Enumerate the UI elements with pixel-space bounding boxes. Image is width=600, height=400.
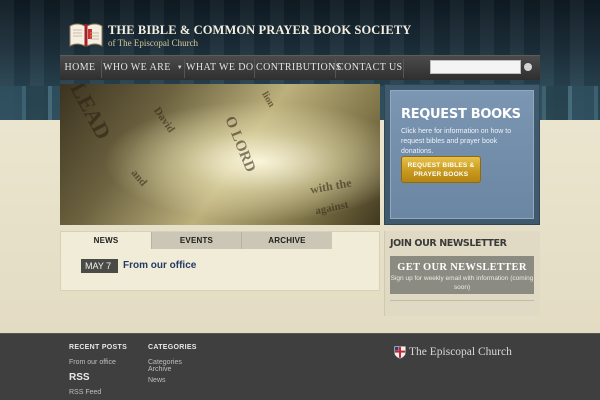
hero-word: David xyxy=(151,105,178,135)
hero-word: lion xyxy=(259,89,277,110)
episcopal-shield-icon[interactable] xyxy=(394,346,406,359)
hero-word: with the xyxy=(309,175,353,197)
footer-category-link[interactable]: News xyxy=(148,376,166,385)
site-title[interactable]: THE BIBLE & COMMON PRAYER BOOK SOCIETY xyxy=(108,23,411,38)
nav-divider xyxy=(403,59,404,78)
hero-word: O LORD xyxy=(221,114,259,175)
open-bible-logo-icon[interactable] xyxy=(68,20,104,48)
news-item-link[interactable]: From our office xyxy=(123,260,196,271)
tab-archive[interactable]: ARCHIVE xyxy=(241,232,332,249)
request-books-text[interactable]: Click here for information on how to req… xyxy=(401,127,529,157)
footer-rss-heading: RSS xyxy=(69,372,90,383)
footer-recent-posts-heading: RECENT POSTS xyxy=(69,344,128,351)
nav-contact-us[interactable]: CONTACT US xyxy=(337,56,402,81)
tab-news[interactable]: NEWS xyxy=(61,232,151,249)
newsletter-box-title: GET OUR NEWSLETTER xyxy=(397,262,527,273)
news-date-badge: MAY 7 xyxy=(81,259,118,273)
request-books-title: REQUEST BOOKS xyxy=(401,107,521,122)
hero-bible-image: PLEAD O LORD David and with the lion aga… xyxy=(60,84,380,225)
chevron-down-icon: ▼ xyxy=(176,65,184,71)
nav-divider xyxy=(101,59,102,78)
nav-divider xyxy=(254,59,255,78)
newsletter-signup-button[interactable]: GET OUR NEWSLETTER Sign up for weekly em… xyxy=(390,256,534,294)
search-input[interactable] xyxy=(430,60,521,74)
nav-contributions[interactable]: CONTRIBUTIONS xyxy=(256,56,341,81)
newsletter-heading: JOIN OUR NEWSLETTER xyxy=(390,238,507,249)
tab-events[interactable]: EVENTS xyxy=(151,232,241,249)
newsletter-divider xyxy=(390,300,534,301)
footer-categories-heading: CATEGORIES xyxy=(148,344,197,351)
footer-recent-post-link[interactable]: From our office xyxy=(69,358,116,367)
footer-rss-feed-link[interactable]: RSS Feed xyxy=(69,388,101,397)
nav-who-we-are[interactable]: WHO WE ARE ▼ xyxy=(103,56,183,81)
request-bibles-button[interactable]: REQUEST BIBLES & PRAYER BOOKS xyxy=(401,156,481,183)
newsletter-box-subtext: Sign up for weekly email with informatio… xyxy=(390,275,534,291)
search-button-icon[interactable] xyxy=(524,63,532,71)
footer-category-link[interactable]: Archive xyxy=(148,365,171,374)
nav-home[interactable]: HOME xyxy=(60,56,100,81)
nav-who-we-are-label: WHO WE ARE xyxy=(103,62,171,73)
site-subtitle: of The Episcopal Church xyxy=(108,38,199,48)
hero-word: PLEAD xyxy=(60,84,117,144)
hero-word: against xyxy=(314,198,350,218)
request-books-inner: REQUEST BOOKS Click here for information… xyxy=(390,90,534,219)
episcopal-church-link[interactable]: The Episcopal Church xyxy=(409,346,512,358)
nav-divider xyxy=(184,59,185,78)
request-books-panel: REQUEST BOOKS Click here for information… xyxy=(384,84,540,225)
hero-word: and xyxy=(128,167,150,189)
nav-divider xyxy=(335,59,336,78)
nav-what-we-do[interactable]: WHAT WE DO xyxy=(186,56,253,81)
